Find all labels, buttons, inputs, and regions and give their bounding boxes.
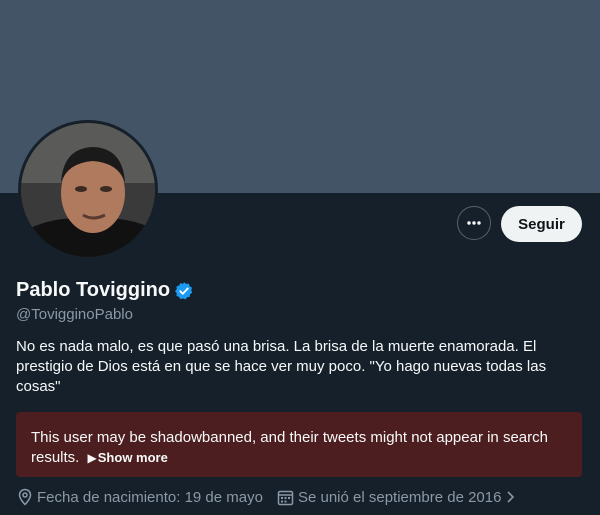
profile-bio: No es nada malo, es que pasó una brisa. … bbox=[16, 338, 547, 395]
avatar-image bbox=[21, 123, 155, 257]
avatar[interactable] bbox=[18, 120, 158, 260]
profile-name-row: Pablo Toviggino bbox=[16, 279, 194, 302]
profile-handle: @TovigginoPablo bbox=[16, 306, 133, 323]
profile-meta: Fecha de nacimiento: 19 de mayo Se unió … bbox=[17, 488, 531, 506]
profile-name: Pablo Toviggino bbox=[16, 279, 171, 301]
show-more-label: Show more bbox=[97, 450, 168, 465]
joined-item: Se unió el septiembre de 2016 bbox=[277, 489, 517, 506]
birthday-text: Fecha de nacimiento: 19 de mayo bbox=[37, 488, 263, 506]
birthday-item: Fecha de nacimiento: 19 de mayo bbox=[17, 488, 263, 506]
location-pin-icon bbox=[18, 488, 32, 506]
calendar-icon bbox=[277, 490, 294, 505]
follow-button-label: Seguir bbox=[518, 215, 565, 233]
follow-button[interactable]: Seguir bbox=[501, 206, 582, 242]
more-horizontal-icon bbox=[467, 221, 481, 225]
shadowban-warning: This user may be shadowbanned, and their… bbox=[16, 412, 582, 477]
chevron-right-icon[interactable] bbox=[505, 490, 517, 504]
joined-text: Se unió el septiembre de 2016 bbox=[297, 488, 502, 506]
verified-badge-icon[interactable] bbox=[174, 281, 194, 301]
show-more-link[interactable]: ▶Show more bbox=[88, 450, 168, 465]
more-button[interactable] bbox=[457, 206, 491, 240]
triangle-right-icon: ▶ bbox=[87, 451, 97, 465]
